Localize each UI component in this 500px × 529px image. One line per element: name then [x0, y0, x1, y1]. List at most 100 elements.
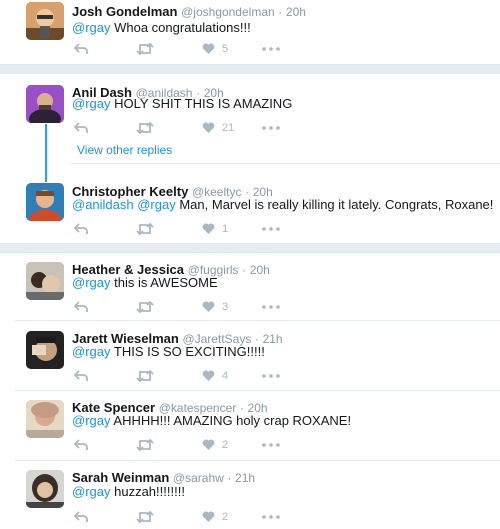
more-button[interactable]	[262, 221, 280, 237]
retweet-button[interactable]	[136, 509, 154, 525]
retweet-icon	[136, 223, 154, 235]
timestamp[interactable]: 20h	[250, 263, 270, 277]
like-button[interactable]: 2	[202, 509, 228, 525]
separator-dot: ·	[278, 5, 283, 19]
retweet-icon	[136, 301, 154, 313]
reply-icon	[74, 439, 88, 450]
avatar[interactable]	[26, 400, 64, 438]
like-button[interactable]: 1	[202, 221, 228, 237]
tweet-body: AHHHH!!! AMAZING holy crap ROXANE!	[110, 413, 352, 428]
tweet-text: @rgay AHHHH!!! AMAZING holy crap ROXANE!	[72, 412, 351, 430]
like-button[interactable]: 3	[202, 299, 228, 315]
tweet-actions: 4	[72, 368, 292, 384]
separator-dot: ·	[242, 263, 247, 277]
like-button[interactable]: 2	[202, 437, 228, 453]
tweet-body: HOLY SHIT THIS IS AMAZING	[110, 96, 293, 111]
tweet-kate: Kate Spencer @katespencer · 20h @rgay AH…	[0, 396, 500, 456]
reply-button[interactable]	[74, 221, 88, 237]
reply-icon	[74, 223, 88, 234]
heart-icon	[202, 439, 215, 450]
more-button[interactable]	[262, 509, 280, 525]
tweet-actions: 2	[72, 437, 292, 453]
tweet-text: @rgay huzzah!!!!!!!!	[72, 483, 185, 501]
tweet-text: @rgay HOLY SHIT THIS IS AMAZING	[72, 95, 292, 113]
tweet-body: Man, Marvel is really killing it lately.…	[175, 197, 494, 212]
tweet-actions: 2	[72, 509, 292, 525]
mention-link[interactable]: @rgay	[72, 413, 111, 428]
reply-button[interactable]	[74, 299, 88, 315]
retweet-button[interactable]	[136, 221, 154, 237]
tweet-text: @rgay Whoa congratulations!!!	[72, 19, 251, 37]
tweet-anil: Anil Dash @anildash · 20h @rgay HOLY SHI…	[0, 80, 500, 170]
mention-link[interactable]: @anildash @rgay	[72, 197, 176, 212]
more-button[interactable]	[262, 368, 280, 384]
retweet-icon	[136, 122, 154, 134]
more-button[interactable]	[262, 437, 280, 453]
heart-icon	[202, 301, 215, 312]
reply-icon	[74, 370, 88, 381]
view-other-replies-link[interactable]: View other replies	[77, 143, 172, 157]
reply-icon	[74, 511, 88, 522]
mention-link[interactable]: @rgay	[72, 20, 111, 35]
retweet-button[interactable]	[136, 368, 154, 384]
tweet-actions: 1	[72, 221, 292, 237]
retweet-icon	[136, 43, 154, 55]
more-button[interactable]	[262, 120, 280, 136]
more-icon	[262, 126, 280, 130]
tweet-text: @rgay THIS IS SO EXCITING!!!!!	[72, 343, 265, 361]
timestamp[interactable]: 21h	[235, 471, 255, 485]
more-button[interactable]	[262, 299, 280, 315]
avatar[interactable]	[26, 262, 64, 300]
conversation-separator	[0, 64, 500, 74]
tweet-actions: 3	[72, 299, 292, 315]
mention-link[interactable]: @rgay	[72, 484, 111, 499]
avatar[interactable]	[26, 85, 64, 123]
retweet-icon	[136, 439, 154, 451]
like-count: 3	[222, 301, 229, 313]
tweet-text: @anildash @rgay Man, Marvel is really ki…	[72, 196, 493, 214]
reply-button[interactable]	[74, 368, 88, 384]
like-count: 2	[222, 439, 229, 451]
avatar[interactable]	[26, 2, 64, 40]
avatar[interactable]	[26, 183, 64, 221]
timestamp[interactable]: 20h	[286, 5, 306, 19]
mention-link[interactable]: @rgay	[72, 96, 111, 111]
reply-button[interactable]	[74, 41, 88, 57]
author-name[interactable]: Josh Gondelman	[72, 4, 177, 19]
divider	[15, 390, 500, 391]
timestamp[interactable]: 21h	[263, 332, 283, 346]
more-button[interactable]	[262, 41, 280, 57]
like-count: 1	[222, 223, 229, 235]
author-handle[interactable]: @joshgondelman	[181, 5, 275, 19]
retweet-button[interactable]	[136, 120, 154, 136]
mention-link[interactable]: @rgay	[72, 344, 111, 359]
tweet-text: @rgay this is AWESOME	[72, 274, 218, 292]
tweet-actions: 5	[72, 41, 292, 57]
retweet-icon	[136, 370, 154, 382]
like-button[interactable]: 21	[202, 120, 234, 136]
more-icon	[262, 47, 280, 51]
more-icon	[262, 305, 280, 309]
tweet-body: huzzah!!!!!!!!	[110, 484, 185, 499]
reply-button[interactable]	[74, 437, 88, 453]
avatar[interactable]	[26, 470, 64, 508]
tweet-jarett: Jarett Wieselman @JarettSays · 21h @rgay…	[0, 327, 500, 387]
avatar[interactable]	[26, 331, 64, 369]
tweet-christopher: Christopher Keelty @keeltyc · 20h @anild…	[0, 180, 500, 240]
tweet-body: Whoa congratulations!!!	[110, 20, 251, 35]
like-button[interactable]: 4	[202, 368, 228, 384]
like-button[interactable]: 5	[202, 41, 228, 57]
retweet-button[interactable]	[136, 437, 154, 453]
like-count: 2	[222, 511, 229, 523]
retweet-button[interactable]	[136, 299, 154, 315]
reply-icon	[74, 301, 88, 312]
reply-button[interactable]	[74, 120, 88, 136]
heart-icon	[202, 43, 215, 54]
reply-button[interactable]	[74, 509, 88, 525]
separator-dot: ·	[227, 471, 232, 485]
retweet-button[interactable]	[136, 41, 154, 57]
mention-link[interactable]: @rgay	[72, 275, 111, 290]
retweet-icon	[136, 511, 154, 523]
heart-icon	[202, 370, 215, 381]
like-count: 4	[222, 370, 229, 382]
